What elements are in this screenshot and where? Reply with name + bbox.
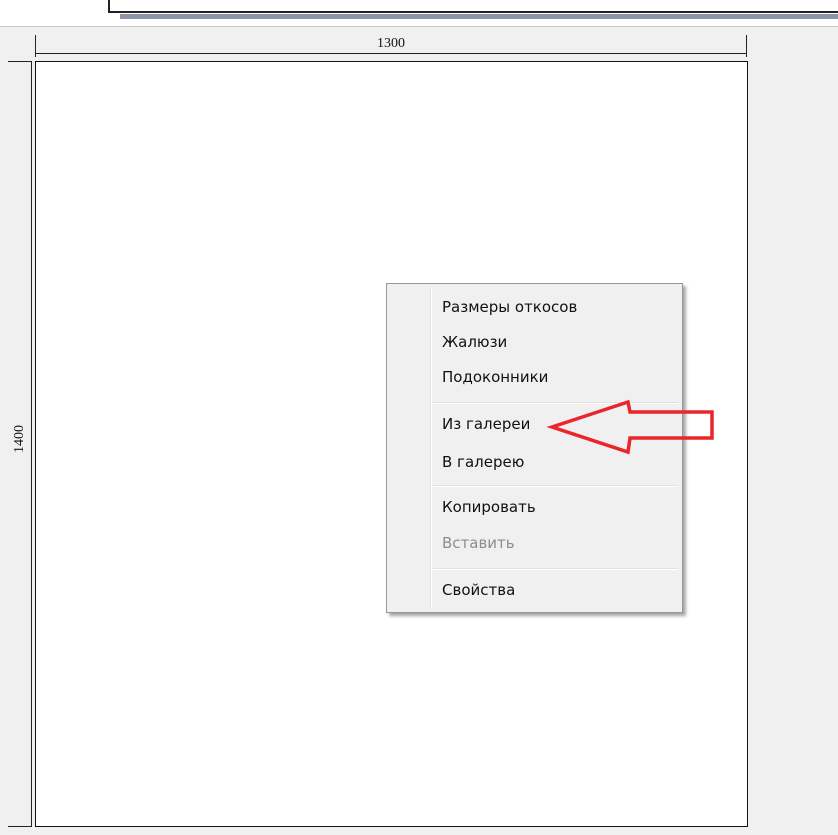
width-dimension-label[interactable]: 1300 [35, 36, 747, 52]
left-arrow-outline-icon [546, 399, 714, 455]
annotation-arrow-shape [546, 399, 714, 455]
top-toolbar-area [0, 0, 838, 26]
height-dimension-line [31, 61, 32, 827]
menu-icon-gutter [430, 286, 432, 610]
height-dimension-tick-bottom [8, 826, 32, 827]
top-panel-frame [108, 0, 838, 13]
app-window: 1300 1400 Размеры откосов Жалюзи Подокон… [0, 0, 838, 835]
top-panel-scrollbar[interactable] [120, 14, 838, 19]
top-divider [0, 26, 838, 27]
width-dimension: 1300 [35, 35, 747, 57]
menu-item-from-gallery[interactable]: Из галереи [442, 412, 530, 436]
menu-separator [433, 485, 678, 487]
right-empty-area [748, 27, 838, 835]
menu-item-copy[interactable]: Копировать [442, 495, 536, 519]
menu-item-paste[interactable]: Вставить [442, 531, 515, 555]
height-dimension-label[interactable]: 1400 [12, 413, 28, 465]
height-dimension: 1400 [8, 61, 32, 827]
menu-separator [433, 568, 678, 570]
menu-item-window-sills[interactable]: Подоконники [442, 365, 548, 389]
width-dimension-line [35, 53, 747, 54]
menu-item-slope-sizes[interactable]: Размеры откосов [442, 295, 577, 319]
menu-item-to-gallery[interactable]: В галерею [442, 450, 524, 474]
menu-item-blinds[interactable]: Жалюзи [442, 330, 507, 354]
height-dimension-tick-top [8, 61, 32, 62]
menu-item-properties[interactable]: Свойства [442, 578, 515, 602]
